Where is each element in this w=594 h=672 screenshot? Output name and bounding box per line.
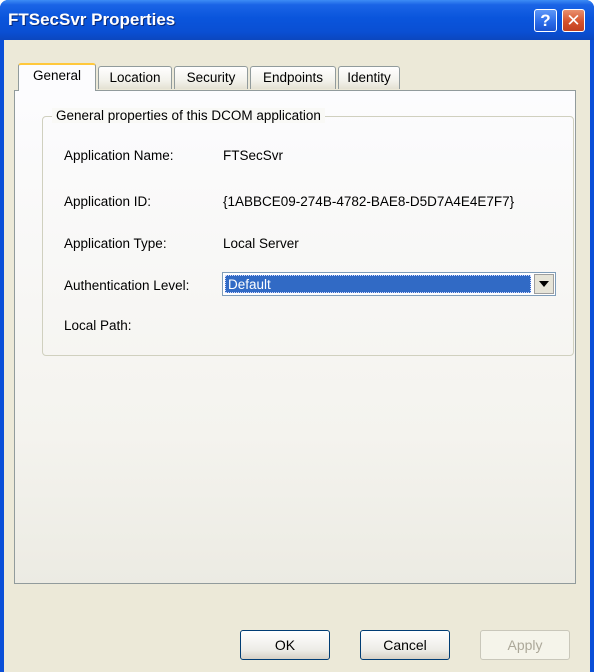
close-icon: ✕ bbox=[566, 11, 581, 30]
tab-strip: General Location Security Endpoints Iden… bbox=[18, 63, 578, 91]
apply-button[interactable]: Apply bbox=[480, 630, 570, 660]
close-button[interactable]: ✕ bbox=[562, 9, 585, 32]
question-icon: ? bbox=[540, 11, 551, 30]
authentication-level-dropdown[interactable]: Default bbox=[222, 272, 556, 296]
ok-button[interactable]: OK bbox=[240, 630, 330, 660]
group-caption: General properties of this DCOM applicat… bbox=[52, 108, 325, 123]
tab-general[interactable]: General bbox=[18, 63, 96, 91]
help-button[interactable]: ? bbox=[534, 9, 557, 32]
application-id-value: {1ABBCE09-274B-4782-BAE8-D5D7A4E4E7F7} bbox=[223, 194, 515, 209]
tab-identity[interactable]: Identity bbox=[338, 66, 400, 89]
tab-security[interactable]: Security bbox=[174, 66, 248, 89]
application-id-label: Application ID: bbox=[64, 194, 152, 209]
tab-location[interactable]: Location bbox=[98, 66, 172, 89]
tab-endpoints[interactable]: Endpoints bbox=[250, 66, 336, 89]
window-title: FTSecSvr Properties bbox=[8, 10, 176, 29]
cancel-button[interactable]: Cancel bbox=[360, 630, 450, 660]
chevron-down-icon bbox=[539, 281, 549, 287]
application-type-label: Application Type: bbox=[64, 236, 167, 251]
local-path-label: Local Path: bbox=[64, 318, 132, 333]
dialog-window: FTSecSvr Properties ? ✕ General Location… bbox=[0, 0, 594, 672]
dialog-client-area: General Location Security Endpoints Iden… bbox=[4, 40, 590, 672]
application-name-value: FTSecSvr bbox=[223, 148, 284, 163]
application-name-label: Application Name: bbox=[64, 148, 174, 163]
title-bar[interactable]: FTSecSvr Properties ? ✕ bbox=[0, 0, 594, 40]
authentication-level-label: Authentication Level: bbox=[64, 278, 190, 293]
authentication-level-selected: Default bbox=[225, 275, 531, 293]
application-type-value: Local Server bbox=[223, 236, 299, 251]
dropdown-arrow-button[interactable] bbox=[534, 274, 554, 294]
